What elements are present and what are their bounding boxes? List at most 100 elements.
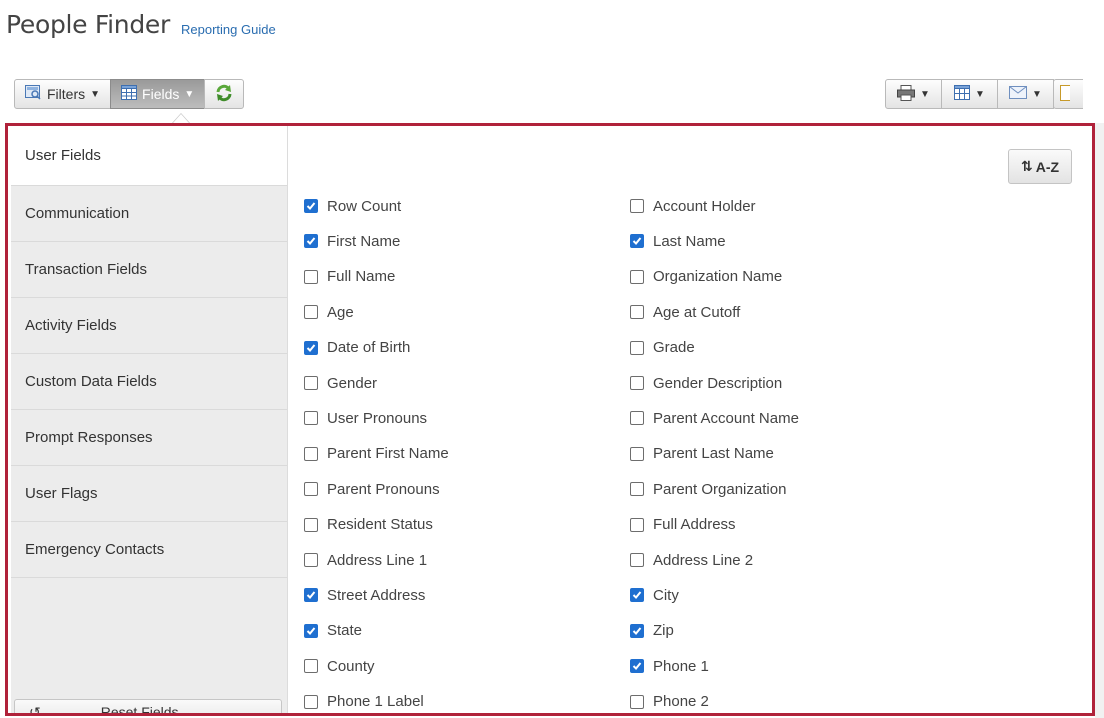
sidebar-item-user-fields[interactable]: User Fields xyxy=(11,126,287,186)
filter-icon xyxy=(25,85,42,103)
sidebar-item-label: Activity Fields xyxy=(25,317,117,334)
sidebar-item-communication[interactable]: Communication xyxy=(11,186,287,242)
checkbox-unchecked[interactable] xyxy=(630,517,644,532)
field-label: Age xyxy=(327,303,354,321)
field-checkbox-item[interactable]: Street Address xyxy=(304,584,425,606)
field-label: Account Holder xyxy=(653,197,756,215)
field-checkbox-item[interactable]: Phone 1 xyxy=(630,655,709,677)
field-checkbox-item[interactable]: Grade xyxy=(630,337,695,359)
field-checkbox-item[interactable]: City xyxy=(630,584,679,606)
field-label: Parent Pronouns xyxy=(327,480,440,498)
sidebar-item-user-flags[interactable]: User Flags xyxy=(11,466,287,522)
sort-label: A-Z xyxy=(1035,158,1060,175)
field-checkbox-item[interactable]: Parent Pronouns xyxy=(304,478,440,500)
field-label: Phone 1 xyxy=(653,657,709,675)
field-checkbox-item[interactable]: First Name xyxy=(304,230,400,252)
sort-az-button[interactable]: ⇅ A-Z xyxy=(1008,149,1072,184)
field-checkbox-item[interactable]: Resident Status xyxy=(304,514,433,536)
field-label: State xyxy=(327,622,363,640)
checkbox-checked[interactable] xyxy=(630,623,644,638)
checkbox-unchecked[interactable] xyxy=(630,376,644,390)
field-label: Parent Organization xyxy=(653,480,787,498)
field-checkbox-item[interactable]: User Pronouns xyxy=(304,407,427,429)
sidebar-item-custom-data-fields[interactable]: Custom Data Fields xyxy=(11,354,287,410)
envelope-icon xyxy=(1009,86,1028,102)
checkbox-unchecked[interactable] xyxy=(304,376,318,390)
checkbox-unchecked[interactable] xyxy=(630,340,644,355)
table-view-button[interactable]: ▼ xyxy=(941,79,998,109)
field-checkbox-item[interactable]: Phone 2 xyxy=(630,691,709,713)
sidebar-item-emergency-contacts[interactable]: Emergency Contacts xyxy=(11,522,287,578)
fields-panel: User Fields Communication Transaction Fi… xyxy=(5,123,1095,716)
checkbox-unchecked[interactable] xyxy=(304,553,318,567)
reset-icon: ↺ xyxy=(29,703,41,716)
checkbox-unchecked[interactable] xyxy=(630,694,644,709)
field-checkbox-item[interactable]: State xyxy=(304,620,362,642)
checkbox-checked[interactable] xyxy=(304,623,318,638)
field-checkbox-item[interactable]: Age at Cutoff xyxy=(630,301,740,323)
reporting-guide-link[interactable]: Reporting Guide xyxy=(181,22,276,37)
field-checkbox-item[interactable]: Address Line 1 xyxy=(304,549,427,571)
field-checkbox-item[interactable]: Zip xyxy=(630,620,674,642)
sidebar-item-transaction-fields[interactable]: Transaction Fields xyxy=(11,242,287,298)
field-checkbox-item[interactable]: Account Holder xyxy=(630,195,756,217)
field-checkbox-item[interactable]: Parent First Name xyxy=(304,443,449,465)
printer-icon xyxy=(897,84,916,104)
field-checkbox-item[interactable]: Parent Last Name xyxy=(630,443,774,465)
checkbox-unchecked[interactable] xyxy=(630,269,644,284)
print-button[interactable]: ▼ xyxy=(885,79,942,109)
page-scrollbar[interactable] xyxy=(1095,123,1104,718)
checkbox-unchecked[interactable] xyxy=(304,446,318,461)
sort-icon: ⇅ xyxy=(1020,158,1033,174)
sidebar-item-activity-fields[interactable]: Activity Fields xyxy=(11,298,287,354)
field-label: Phone 2 xyxy=(653,693,709,711)
field-checkbox-item[interactable]: Parent Account Name xyxy=(630,407,799,429)
checkbox-unchecked[interactable] xyxy=(630,305,644,320)
checkbox-unchecked[interactable] xyxy=(630,446,644,461)
field-checkbox-item[interactable]: Gender Description xyxy=(630,372,782,394)
field-label: First Name xyxy=(327,232,401,250)
checkbox-checked[interactable] xyxy=(304,234,318,249)
refresh-button[interactable] xyxy=(204,79,245,109)
field-checkbox-item[interactable]: Full Address xyxy=(630,514,736,536)
checkbox-unchecked[interactable] xyxy=(304,411,318,426)
checkbox-checked[interactable] xyxy=(304,588,318,603)
checkbox-unchecked[interactable] xyxy=(630,199,644,213)
field-checkbox-item[interactable]: County xyxy=(304,655,375,677)
field-checkbox-item[interactable]: Organization Name xyxy=(630,266,782,288)
checkbox-checked[interactable] xyxy=(630,659,644,674)
field-checkbox-item[interactable]: Age xyxy=(304,301,354,323)
fields-button[interactable]: Fields ▼ xyxy=(110,79,206,109)
checkbox-unchecked[interactable] xyxy=(630,553,644,567)
email-button[interactable]: ▼ xyxy=(997,79,1054,109)
field-checkbox-item[interactable]: Last Name xyxy=(630,230,726,252)
chevron-down-icon: ▼ xyxy=(975,88,985,100)
checkbox-checked[interactable] xyxy=(630,588,644,603)
checkbox-unchecked[interactable] xyxy=(630,411,644,426)
reset-fields-button[interactable]: ↺ Reset Fields xyxy=(14,699,282,716)
field-checkbox-item[interactable]: Parent Organization xyxy=(630,478,786,500)
checkbox-unchecked[interactable] xyxy=(304,482,318,497)
field-checkbox-item[interactable]: Full Name xyxy=(304,266,395,288)
checkbox-checked[interactable] xyxy=(304,340,318,355)
document-icon xyxy=(1060,84,1073,104)
sidebar-item-prompt-responses[interactable]: Prompt Responses xyxy=(11,410,287,466)
checkbox-checked[interactable] xyxy=(630,234,644,249)
more-button[interactable] xyxy=(1053,79,1083,109)
filters-button[interactable]: Filters ▼ xyxy=(14,79,112,109)
checkbox-unchecked[interactable] xyxy=(304,517,318,532)
checkbox-unchecked[interactable] xyxy=(304,694,318,709)
sidebar-item-label: Prompt Responses xyxy=(25,429,153,446)
field-checkbox-item[interactable]: Gender xyxy=(304,372,377,394)
checkbox-unchecked[interactable] xyxy=(304,659,318,674)
checkbox-unchecked[interactable] xyxy=(304,269,318,284)
field-checkbox-item[interactable]: Address Line 2 xyxy=(630,549,753,571)
checkbox-unchecked[interactable] xyxy=(304,305,318,320)
field-checkbox-item[interactable]: Date of Birth xyxy=(304,337,410,359)
checkbox-checked[interactable] xyxy=(304,199,318,213)
checkbox-unchecked[interactable] xyxy=(630,482,644,497)
field-checkbox-item[interactable]: Phone 1 Label xyxy=(304,691,424,713)
field-checkbox-item[interactable]: Row Count xyxy=(304,195,401,217)
field-label: Parent Last Name xyxy=(653,445,774,463)
sidebar-item-label: Custom Data Fields xyxy=(25,373,157,390)
